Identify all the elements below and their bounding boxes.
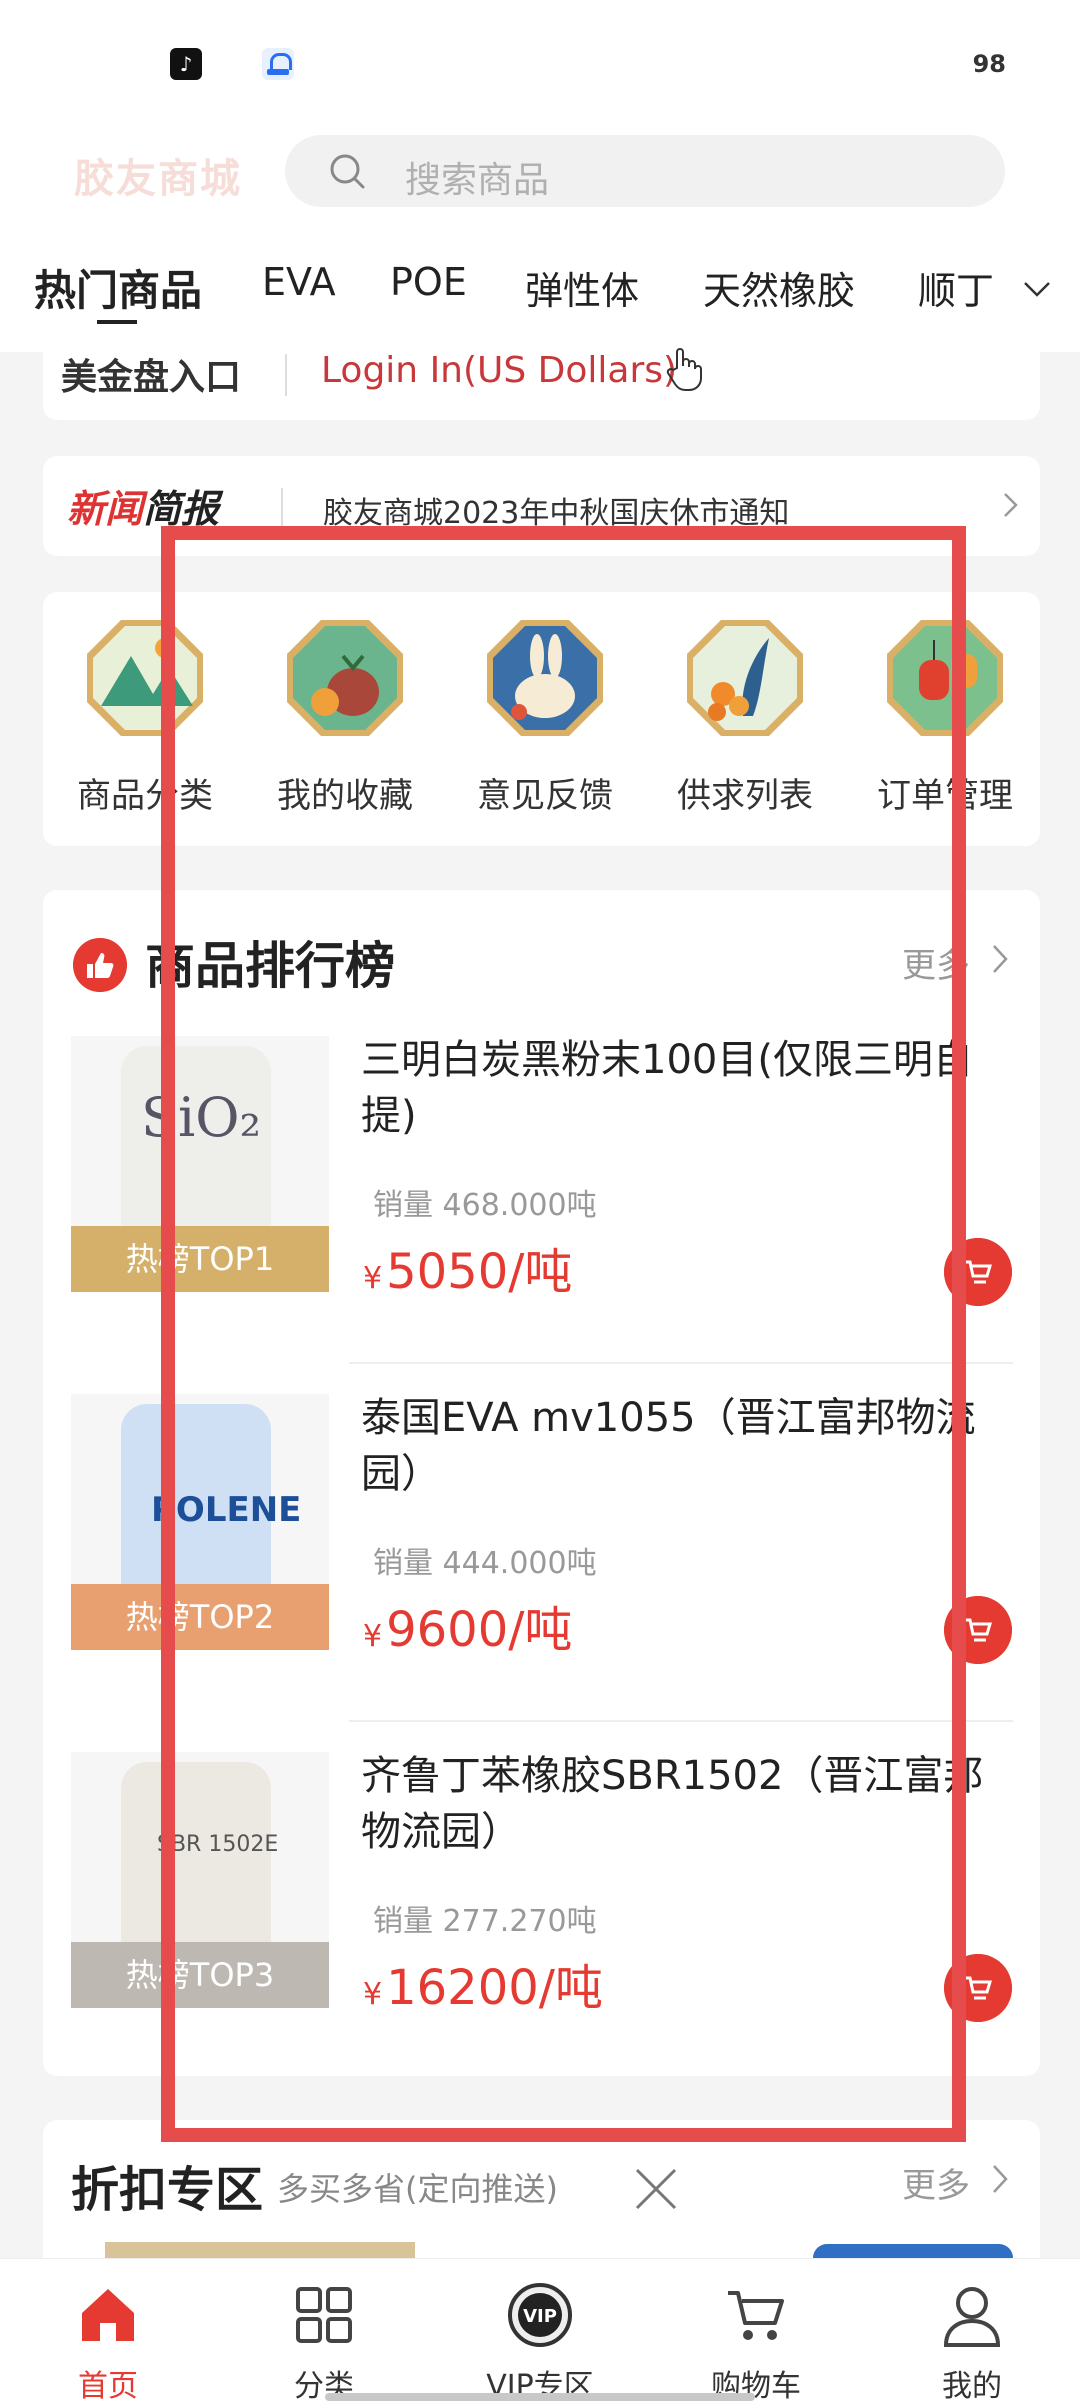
product-name[interactable]: 齐鲁丁苯橡胶SBR1502（晋江富邦物流园） bbox=[361, 1748, 1001, 1860]
thumbs-up-icon bbox=[73, 938, 127, 992]
product-image-label: SBR 1502E bbox=[157, 1832, 279, 1857]
grid-icon bbox=[296, 2287, 352, 2343]
ranking-more-link[interactable]: 更多 bbox=[902, 938, 970, 987]
product-image[interactable]: POLENE 热榜TOP2 bbox=[71, 1394, 329, 1650]
ranking-section: 商品排行榜 更多 SiO₂ 热榜TOP1 三明白炭黑粉末100目(仅限三明自提)… bbox=[43, 890, 1040, 2076]
product-price: ¥16200/吨 bbox=[363, 1960, 603, 2016]
bottom-nav: 首页 分类 VIP VIP专区 购物车 我的 bbox=[0, 2258, 1080, 2408]
lantern-icon bbox=[887, 620, 1003, 736]
discount-title: 折扣专区 bbox=[71, 2162, 264, 2218]
tab-natural-rubber[interactable]: 天然橡胶 bbox=[703, 260, 855, 315]
home-indicator bbox=[325, 2393, 755, 2401]
product-price: ¥9600/吨 bbox=[363, 1602, 573, 1658]
tiktok-icon: ♪ bbox=[170, 48, 202, 80]
menu-item-orders[interactable]: 订单管理 bbox=[855, 616, 1035, 817]
discount-more-link[interactable]: 更多 bbox=[902, 2158, 970, 2207]
tab-poe[interactable]: POE bbox=[390, 260, 467, 304]
product-sales: 销量 468.000吨 bbox=[373, 1188, 597, 1223]
add-to-cart-button[interactable] bbox=[944, 1596, 1012, 1664]
vip-icon: VIP bbox=[508, 2283, 572, 2347]
product-name[interactable]: 泰国EVA mv1055（晋江富邦物流园） bbox=[361, 1390, 1001, 1502]
menu-item-feedback[interactable]: 意见反馈 bbox=[455, 616, 635, 817]
brand-logo: 胶友商城 bbox=[74, 156, 242, 202]
menu-item-favorites[interactable]: 我的收藏 bbox=[255, 616, 435, 817]
search-input[interactable]: 搜索商品 bbox=[405, 151, 549, 203]
news-headline[interactable]: 胶友商城2023年中秋国庆休市通知 bbox=[323, 488, 789, 532]
cart-icon bbox=[728, 2291, 784, 2340]
chevron-right-icon[interactable] bbox=[988, 2162, 1012, 2196]
product-image-label: SiO₂ bbox=[141, 1086, 262, 1149]
flower-icon bbox=[687, 620, 803, 736]
persimmon-icon bbox=[287, 620, 403, 736]
product-sales: 销量 277.270吨 bbox=[373, 1904, 597, 1939]
chevron-right-icon[interactable] bbox=[988, 942, 1012, 976]
svg-text:VIP: VIP bbox=[523, 2306, 557, 2327]
discount-section: 折扣专区 多买多省(定向推送) 更多 bbox=[43, 2120, 1040, 2280]
mountain-icon bbox=[87, 620, 203, 736]
divider bbox=[281, 488, 283, 528]
tab-eva[interactable]: EVA bbox=[262, 260, 336, 304]
nav-category[interactable]: 分类 bbox=[244, 2281, 404, 2405]
search-bar[interactable]: 搜索商品 bbox=[285, 135, 1005, 207]
usd-entry-label[interactable]: 美金盘入口 bbox=[61, 348, 241, 400]
rank-badge: 热榜TOP2 bbox=[71, 1584, 329, 1650]
nav-vip[interactable]: VIP VIP专区 bbox=[460, 2281, 620, 2405]
product-name[interactable]: 三明白炭黑粉末100目(仅限三明自提) bbox=[361, 1032, 1001, 1144]
usd-login-link[interactable]: Login In(US Dollars) bbox=[321, 350, 677, 391]
nav-profile[interactable]: 我的 bbox=[892, 2281, 1052, 2405]
home-icon bbox=[82, 2289, 134, 2341]
product-sales: 销量 444.000吨 bbox=[373, 1546, 597, 1581]
product-image[interactable]: SBR 1502E 热榜TOP3 bbox=[71, 1752, 329, 2008]
add-to-cart-button[interactable] bbox=[944, 1238, 1012, 1306]
menu-item-categories[interactable]: 商品分类 bbox=[55, 616, 235, 817]
user-icon bbox=[943, 2287, 1001, 2347]
nav-cart[interactable]: 购物车 bbox=[676, 2281, 836, 2405]
rank-badge: 热榜TOP1 bbox=[71, 1226, 329, 1292]
discount-subtitle: 多买多省(定向推送) bbox=[277, 2170, 558, 2208]
close-icon[interactable] bbox=[633, 2166, 679, 2212]
battery-level: 98 bbox=[972, 50, 1006, 78]
add-to-cart-button[interactable] bbox=[944, 1954, 1012, 2022]
status-bar: ♪ 98 bbox=[0, 0, 1080, 120]
chevron-down-icon[interactable] bbox=[1022, 274, 1052, 304]
product-image[interactable]: SiO₂ 热榜TOP1 bbox=[71, 1036, 329, 1292]
product-card[interactable]: SiO₂ 热榜TOP1 三明白炭黑粉末100目(仅限三明自提) 销量 468.0… bbox=[43, 1006, 1040, 1364]
product-card[interactable]: POLENE 热榜TOP2 泰国EVA mv1055（晋江富邦物流园） 销量 4… bbox=[43, 1364, 1040, 1722]
tab-hot[interactable]: 热门商品 bbox=[34, 257, 202, 318]
rank-badge: 热榜TOP3 bbox=[71, 1942, 329, 2008]
tab-active-indicator bbox=[97, 320, 137, 324]
tab-butadiene[interactable]: 顺丁 bbox=[918, 260, 994, 315]
rabbit-icon bbox=[487, 620, 603, 736]
news-logo: 新闻简报 bbox=[67, 487, 220, 531]
usd-login-card: 美金盘入口 Login In(US Dollars) bbox=[43, 340, 1040, 420]
header: 胶友商城 搜索商品 bbox=[0, 120, 1080, 230]
tab-elastomer[interactable]: 弹性体 bbox=[525, 260, 639, 315]
product-image-label: POLENE bbox=[151, 1490, 302, 1530]
chevron-right-icon bbox=[1004, 493, 1018, 517]
quick-menu: 商品分类 我的收藏 意见反馈 供求列表 订单管理 bbox=[43, 592, 1040, 846]
menu-item-supply-list[interactable]: 供求列表 bbox=[655, 616, 835, 817]
shield-app-icon bbox=[262, 48, 294, 80]
nav-home[interactable]: 首页 bbox=[28, 2281, 188, 2405]
search-icon bbox=[330, 154, 365, 189]
category-tabs: 热门商品 EVA POE 弹性体 天然橡胶 顺丁 bbox=[0, 230, 1080, 352]
news-card[interactable]: 新闻简报 胶友商城2023年中秋国庆休市通知 bbox=[43, 456, 1040, 556]
product-card[interactable]: SBR 1502E 热榜TOP3 齐鲁丁苯橡胶SBR1502（晋江富邦物流园） … bbox=[43, 1722, 1040, 2080]
divider bbox=[285, 354, 287, 396]
hand-pointer-icon bbox=[666, 348, 702, 391]
product-price: ¥5050/吨 bbox=[363, 1244, 573, 1300]
ranking-title: 商品排行榜 bbox=[145, 937, 395, 995]
